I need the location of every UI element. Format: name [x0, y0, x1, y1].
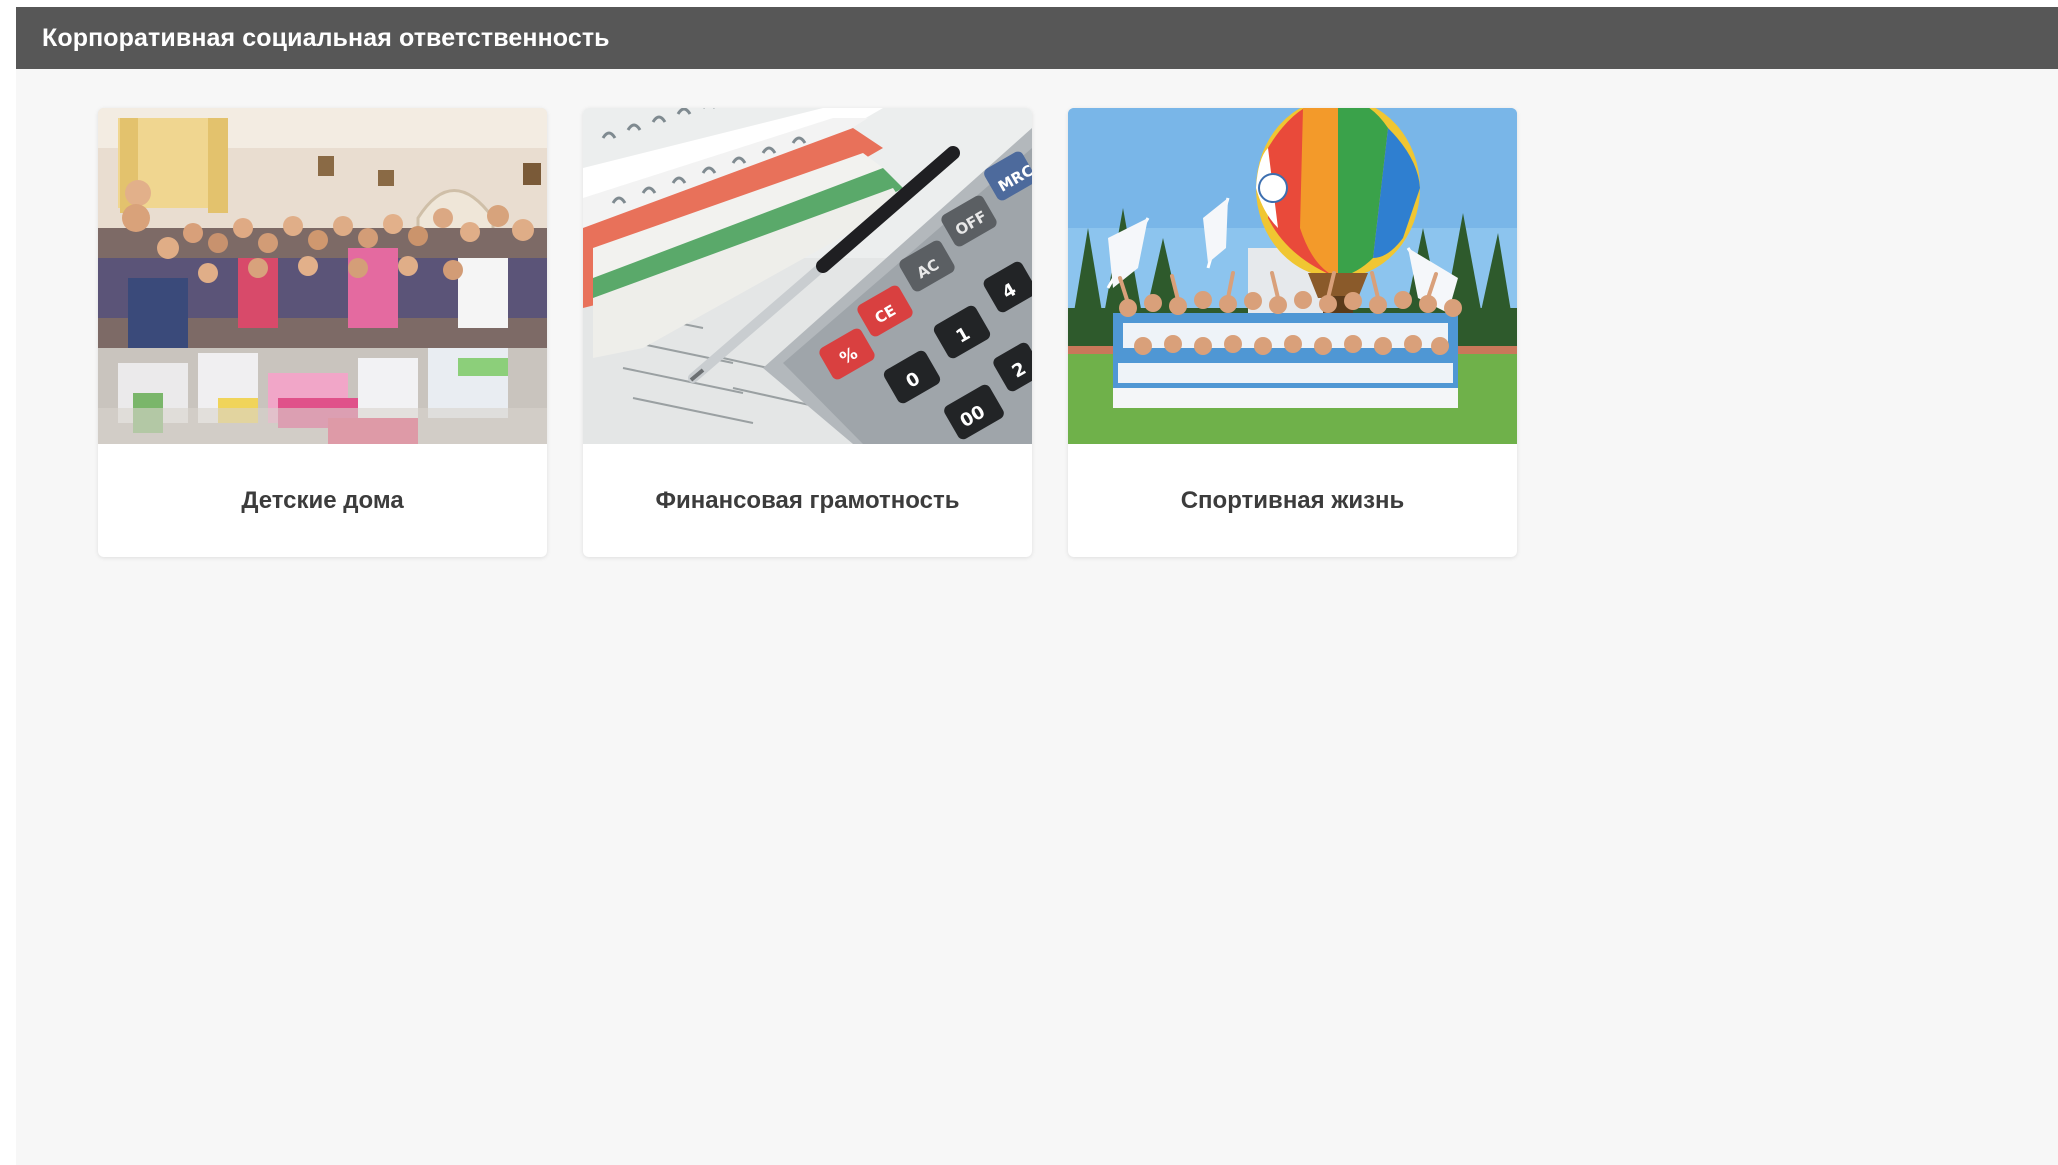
orphanage-group-photo — [98, 108, 547, 444]
hot-air-balloon-sports-team-photo — [1068, 108, 1517, 444]
card-label: Спортивная жизнь — [1180, 486, 1405, 514]
card-grid: Детские дома MRC OFF AC CE % 4 1 2 0 00 … — [98, 108, 1517, 557]
page-header: Корпоративная социальная ответственность — [16, 7, 2058, 69]
card-orphanages[interactable]: Детские дома — [98, 108, 547, 557]
calculator-and-notebooks-photo: MRC OFF AC CE % 4 1 2 0 00 — [583, 108, 1032, 444]
card-label: Детские дома — [241, 486, 404, 514]
card-sports-life[interactable]: Спортивная жизнь — [1068, 108, 1517, 557]
page-title: Корпоративная социальная ответственность — [42, 23, 610, 52]
card-label: Финансовая грамотность — [655, 486, 960, 514]
main-panel: Корпоративная социальная ответственность — [16, 7, 2058, 1165]
card-financial-literacy[interactable]: MRC OFF AC CE % 4 1 2 0 00 Финансовая гр… — [583, 108, 1032, 557]
